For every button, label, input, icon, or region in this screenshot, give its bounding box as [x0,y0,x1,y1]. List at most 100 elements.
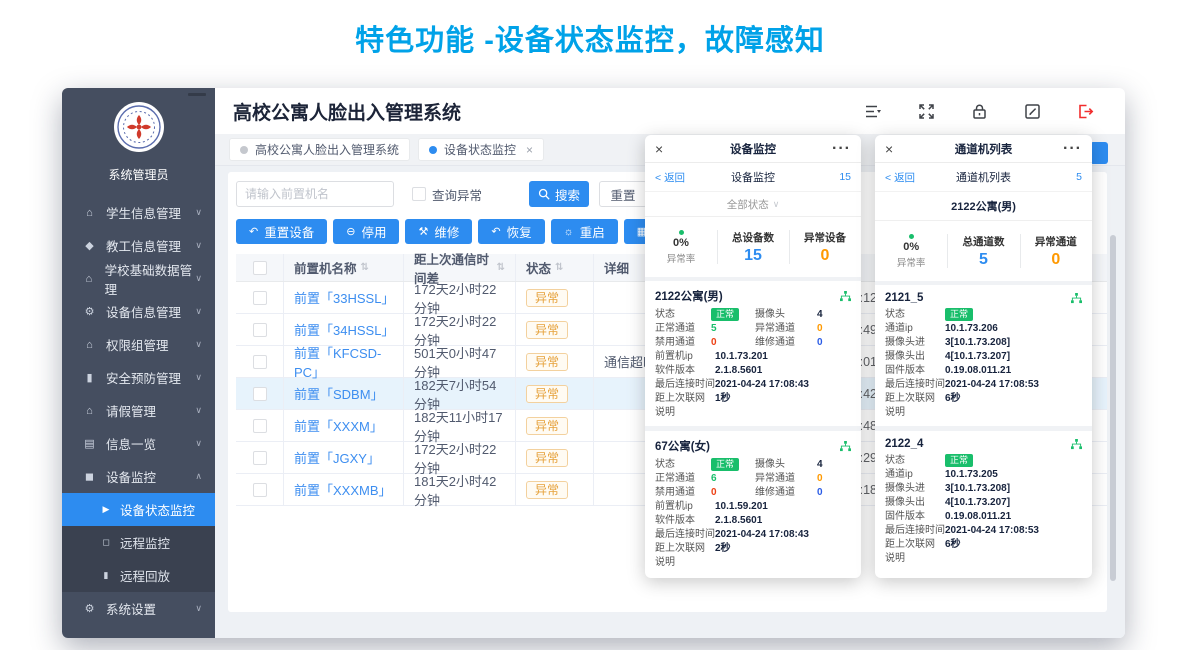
row-checkbox[interactable] [253,483,267,497]
status-filter-dropdown[interactable]: 全部状态 ∨ [645,192,861,217]
sidebar-item-leave-management[interactable]: ⌂ 请假管理 ∨ [62,394,215,427]
channel-card[interactable]: 2121_5 状态正常 通道ip10.1.73.206 摄像头进3[10.1.7… [875,285,1092,426]
user-role-label: 系统管理员 [62,166,215,183]
status-badge: 正常 [945,308,973,321]
panel-title: 设备监控 [677,141,829,157]
device-link[interactable]: 前置「JGXY」 [294,448,380,467]
abnormal-devices-stat: 异常设备 0 [789,217,861,277]
sidebar-item-info-overview[interactable]: ▤ 信息一览 ∨ [62,427,215,460]
device-link[interactable]: 前置「SDBM」 [294,384,384,403]
sidebar-item-label: 系统设置 [106,599,156,618]
row-checkbox[interactable] [253,355,267,369]
sidebar-collapse-handle[interactable] [188,93,206,96]
sidebar-item-permission-group[interactable]: ⌂ 权限组管理 ∨ [62,328,215,361]
sidebar-item-device-status-monitoring[interactable]: ▶ 设备状态监控 [62,493,215,526]
back-button[interactable]: < 返回 [885,170,937,185]
sidebar-item-remote-monitoring[interactable]: ◻ 远程监控 [62,526,215,559]
restart-button[interactable]: ☼ 重启 [551,219,618,244]
sitemap-icon[interactable] [840,441,851,452]
device-link[interactable]: 前置「34HSSL」 [294,320,393,339]
device-link[interactable]: 前置「XXXM」 [294,416,383,435]
channel-name: 2122_4 [885,438,1071,450]
droplet-icon: ◆ [82,239,97,252]
row-checkbox[interactable] [253,291,267,305]
sidebar-item-student-info[interactable]: ⌂ 学生信息管理 ∨ [62,196,215,229]
vertical-scrollbar[interactable] [1110,235,1116,581]
close-icon[interactable]: × [655,141,677,157]
device-card[interactable]: 67公寓(女) 状态正常摄像头4 正常通道6异常通道0 禁用通道0维修通道0 前… [645,426,861,576]
sidebar-item-school-basedata[interactable]: ⌂ 学校基础数据管理 ∨ [62,262,215,295]
sidebar-item-label: 远程回放 [120,566,170,585]
selected-device-label: 2122公寓(男) [875,192,1092,221]
sidebar-item-device-monitoring[interactable]: ◼ 设备监控 ∧ [62,460,215,493]
sitemap-icon[interactable] [1071,439,1082,450]
panel-nav-title: 通道机列表 [937,169,1030,185]
logout-icon[interactable] [1076,102,1095,121]
sort-icon[interactable]: ⇅ [361,262,369,273]
gear-icon: ⚙ [82,602,97,615]
row-checkbox[interactable] [253,419,267,433]
sidebar-item-system-settings[interactable]: ⚙ 系统设置 ∨ [62,592,215,625]
status-badge: 异常 [526,321,568,339]
select-all-checkbox[interactable] [253,261,267,275]
chevron-up-icon: ∧ [195,471,202,482]
sidebar-item-remote-playback[interactable]: ▮ 远程回放 [62,559,215,592]
back-button[interactable]: < 返回 [655,170,707,185]
row-checkbox[interactable] [253,323,267,337]
chevron-down-icon: ∨ [195,207,202,218]
panel-nav: < 返回 设备监控 15 [645,163,861,192]
more-icon[interactable]: ··· [1060,140,1082,158]
chevron-down-icon: ∨ [195,273,202,284]
more-icon[interactable]: ··· [829,140,851,158]
sidebar-item-label: 请假管理 [106,401,156,420]
tab-home[interactable]: 高校公寓人脸出入管理系统 [229,138,410,161]
device-link[interactable]: 前置「KFCSD-PC」 [294,343,393,381]
home-icon: ⌂ [82,405,97,417]
panel-title: 通道机列表 [907,141,1060,157]
restore-button[interactable]: ↶ 恢复 [478,219,544,244]
edit-icon[interactable] [1023,102,1042,121]
status-badge: 正常 [945,454,973,467]
status-badge: 异常 [526,353,568,371]
sort-icon[interactable]: ⇅ [555,262,563,273]
main-header: 高校公寓人脸出入管理系统 [215,88,1125,134]
reset-device-button[interactable]: ↶ 重置设备 [236,219,327,244]
search-button[interactable]: 搜索 [529,181,589,207]
reset-button[interactable]: 重置 [599,181,647,207]
green-dot-icon [679,230,684,235]
query-abnormal-checkbox[interactable]: 查询异常 [412,185,482,204]
device-name: 67公寓(女) [655,438,840,454]
undo-icon: ↶ [491,225,500,238]
repair-button[interactable]: ⚒ 维修 [405,219,472,244]
sort-icon[interactable]: ⇅ [497,262,505,273]
channel-card[interactable]: 2122_4 状态正常 通道ip10.1.73.205 摄像头进3[10.1.7… [875,426,1092,572]
sidebar-item-device-info[interactable]: ⚙ 设备信息管理 ∨ [62,295,215,328]
undo-icon: ↶ [249,225,258,238]
sidebar-item-label: 设备信息管理 [106,302,181,321]
sidebar-item-staff-info[interactable]: ◆ 教工信息管理 ∨ [62,229,215,262]
checkbox-icon[interactable] [412,187,426,201]
disable-button[interactable]: ⊖ 停用 [333,219,399,244]
row-checkbox[interactable] [253,387,267,401]
list-menu-icon[interactable] [864,102,883,121]
device-card[interactable]: 2122公寓(男) 状态正常摄像头4 正常通道5异常通道0 禁用通道0维修通道0… [645,281,861,426]
row-checkbox[interactable] [253,451,267,465]
sidebar-item-label: 学生信息管理 [106,203,181,222]
home-icon: ⌂ [82,339,97,351]
sidebar-item-safety-prevention[interactable]: ▮ 安全预防管理 ∨ [62,361,215,394]
lock-icon[interactable] [970,102,989,121]
partially-hidden-button[interactable] [1090,142,1108,164]
sidebar-item-label: 设备状态监控 [120,500,195,519]
panel-nav-title: 设备监控 [707,169,799,185]
chevron-down-icon: ∨ [195,372,202,383]
sidebar-item-label: 安全预防管理 [106,368,181,387]
close-icon[interactable]: × [885,141,907,157]
sitemap-icon[interactable] [1071,293,1082,304]
search-input[interactable] [236,181,394,207]
sitemap-icon[interactable] [840,291,851,302]
device-link[interactable]: 前置「XXXMB」 [294,480,392,499]
tab-close-icon[interactable]: × [526,143,533,157]
tab-device-status-monitoring[interactable]: 设备状态监控 × [418,138,544,161]
fullscreen-icon[interactable] [917,102,936,121]
device-link[interactable]: 前置「33HSSL」 [294,288,393,307]
